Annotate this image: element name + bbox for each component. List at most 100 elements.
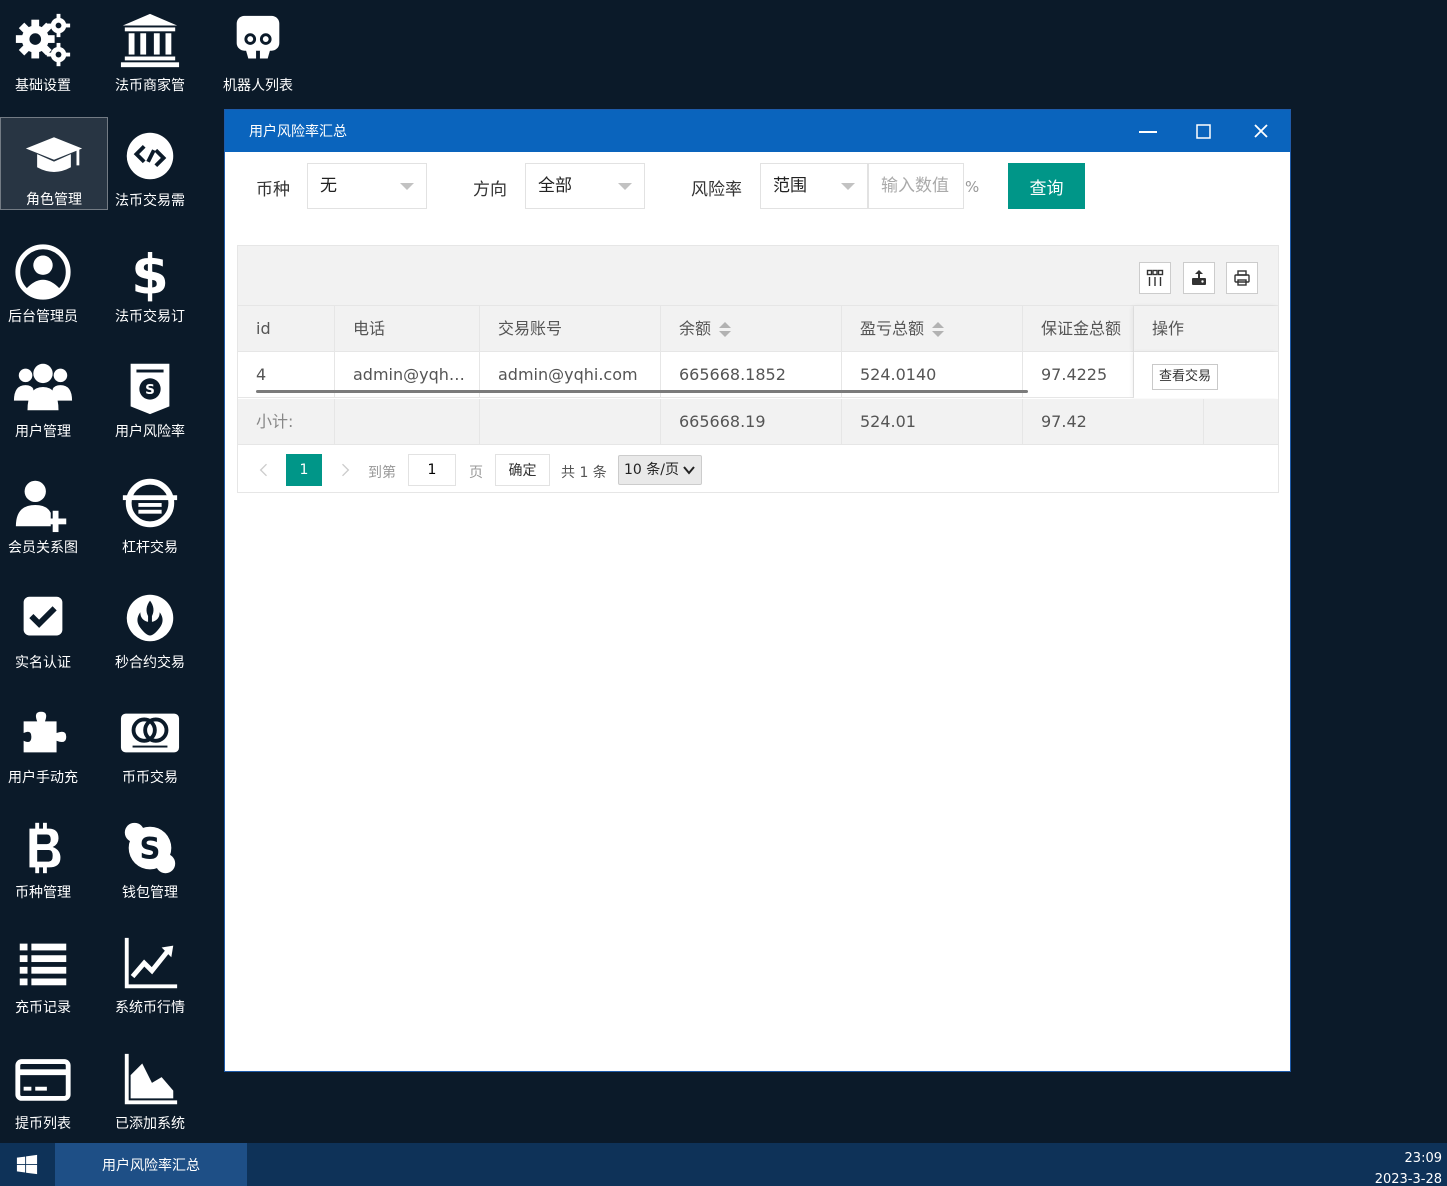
bitcoin-icon [29, 822, 61, 874]
desktop-icon-label: 实名认证 [15, 655, 71, 671]
currency-label: 币种 [256, 180, 290, 200]
total-count: 共 1 条 [561, 465, 607, 481]
desktop-icon-label: 币币交易 [122, 770, 178, 786]
leverage-icon [122, 478, 178, 528]
skype-icon: S [124, 822, 176, 874]
desktop-icon-label: 充币记录 [15, 1000, 71, 1016]
direction-label: 方向 [473, 180, 507, 200]
totals-label: 小计: [238, 399, 335, 445]
minimize-icon [1139, 131, 1157, 133]
percent-sign: % [965, 178, 980, 196]
robot-icon [236, 15, 280, 59]
desktop-icon-deposit-records[interactable]: 充币记录 [0, 924, 97, 1017]
export-button[interactable] [1183, 262, 1215, 294]
page-size-select[interactable]: 10 条/页 [618, 455, 702, 485]
taskbar: 用户风险率汇总 23:09 2023-3-28 [0, 1143, 1447, 1186]
chevron-down-icon [400, 183, 414, 190]
desktop-icon-label: 法币交易订 [115, 309, 185, 325]
goto-label: 到第 [368, 465, 396, 481]
user-plus-icon [15, 480, 67, 533]
print-button[interactable] [1226, 262, 1258, 294]
desktop-icon-user-risk[interactable]: S 用户风险率 [96, 348, 204, 441]
mastercard-icon [120, 713, 180, 753]
column-header-pnl[interactable]: 盈亏总额 [842, 306, 1023, 352]
goto-page-input[interactable] [408, 454, 456, 486]
desktop-icon-leverage[interactable]: 杠杆交易 [96, 464, 204, 557]
next-page-button[interactable] [331, 455, 359, 485]
check-square-icon [23, 596, 63, 636]
sort-icon[interactable] [719, 321, 732, 338]
close-button[interactable] [1233, 110, 1289, 152]
desktop-icon-member-graph[interactable]: 会员关系图 [0, 464, 97, 557]
desktop-icon-robot-list[interactable]: 机器人列表 [204, 2, 312, 95]
page-size-value: 10 条/页 [624, 462, 679, 478]
risk-value-input[interactable] [868, 163, 964, 209]
totals-action [1204, 399, 1278, 445]
risk-range-select[interactable]: 范围 [760, 163, 868, 209]
columns-icon [1146, 269, 1164, 286]
direction-select[interactable]: 全部 [525, 163, 645, 209]
maximize-button[interactable] [1176, 110, 1232, 152]
totals-account [480, 399, 661, 445]
chevron-down-icon [683, 466, 695, 475]
user-circle-icon [15, 244, 71, 300]
desktop-icon-label: 提币列表 [15, 1116, 71, 1132]
desktop-icon-basic-settings[interactable]: 基础设置 [0, 2, 97, 95]
direction-select-value: 全部 [538, 176, 572, 196]
desktop-icon-label: 系统币行情 [115, 1000, 185, 1016]
minimize-button[interactable] [1120, 110, 1176, 152]
horizontal-scrollbar[interactable] [256, 390, 1028, 393]
desktop-icon-coin-trade[interactable]: 币币交易 [96, 694, 204, 787]
column-header-phone[interactable]: 电话 [335, 306, 480, 352]
desktop-icon-fiat-orders[interactable]: $ 法币交易订 [96, 233, 204, 326]
desktop-icon-currency-management[interactable]: 币种管理 [0, 809, 97, 902]
chevron-right-icon [342, 463, 350, 477]
desktop-icon-label: 已添加系统 [115, 1116, 185, 1132]
table-toolbar [238, 246, 1278, 306]
graduation-cap-icon [25, 137, 83, 172]
desktop-icon-fiat-demand[interactable]: 法币交易需 [96, 117, 204, 210]
page-button-current[interactable]: 1 [286, 454, 322, 486]
risk-rate-label: 风险率 [691, 180, 742, 200]
system-clock[interactable]: 23:09 2023-3-28 [1375, 1148, 1442, 1186]
window-title: 用户风险率汇总 [249, 124, 347, 140]
column-header-balance[interactable]: 余额 [661, 306, 842, 352]
desktop-icon-role-management[interactable]: 角色管理 [0, 117, 108, 210]
desktop-icon-users[interactable]: 用户管理 [0, 348, 97, 441]
desktop-icon-system-market[interactable]: 系统币行情 [96, 924, 204, 1017]
desktop-icon-wallet-management[interactable]: S 钱包管理 [96, 809, 204, 902]
view-trades-button[interactable]: 查看交易 [1152, 364, 1219, 390]
column-header-id[interactable]: id [238, 306, 335, 352]
query-button[interactable]: 查询 [1008, 163, 1085, 209]
desktop-icon-second-contract[interactable]: 秒合约交易 [96, 579, 204, 672]
chevron-left-icon [259, 463, 267, 477]
desktop-icon-label: 用户风险率 [115, 424, 185, 440]
desktop-icon-fiat-merchant[interactable]: 法币商家管 [96, 2, 204, 95]
desktop-icon-real-name[interactable]: 实名认证 [0, 579, 97, 672]
risk-table: id 电话 交易账号 余额 盈亏总额 保证金总额 操作 4 admin@yqh…… [237, 245, 1279, 493]
currency-select[interactable]: 无 [307, 163, 427, 209]
line-chart-icon [124, 937, 178, 989]
svg-text:S: S [145, 382, 155, 398]
start-button[interactable] [0, 1143, 54, 1186]
desktop-icon-added-system[interactable]: 已添加系统 [96, 1040, 204, 1133]
column-header-margin[interactable]: 保证金总额 [1023, 306, 1134, 352]
totals-margin: 97.42 [1023, 399, 1204, 445]
column-filter-button[interactable] [1139, 262, 1171, 294]
desktop-icon-admins[interactable]: 后台管理员 [0, 233, 97, 326]
prev-page-button[interactable] [250, 455, 278, 485]
desktop-icon-label: 机器人列表 [223, 78, 293, 94]
desktop-icon-label: 会员关系图 [8, 540, 78, 556]
puzzle-icon [23, 711, 67, 753]
risk-range-select-value: 范围 [773, 176, 807, 196]
window-titlebar[interactable]: 用户风险率汇总 [225, 110, 1290, 152]
desktop-icon-manual-deposit[interactable]: 用户手动充 [0, 694, 97, 787]
taskbar-item-active[interactable]: 用户风险率汇总 [55, 1143, 247, 1186]
cell-action: 查看交易 [1134, 352, 1278, 398]
table-totals-row: 小计: 665668.19 524.01 97.42 [238, 399, 1278, 445]
goto-confirm-button[interactable]: 确定 [495, 454, 550, 486]
sort-icon[interactable] [932, 321, 945, 338]
desktop-icon-withdraw-list[interactable]: 提币列表 [0, 1040, 97, 1133]
svg-text:S: S [140, 832, 161, 866]
column-header-account[interactable]: 交易账号 [480, 306, 661, 352]
